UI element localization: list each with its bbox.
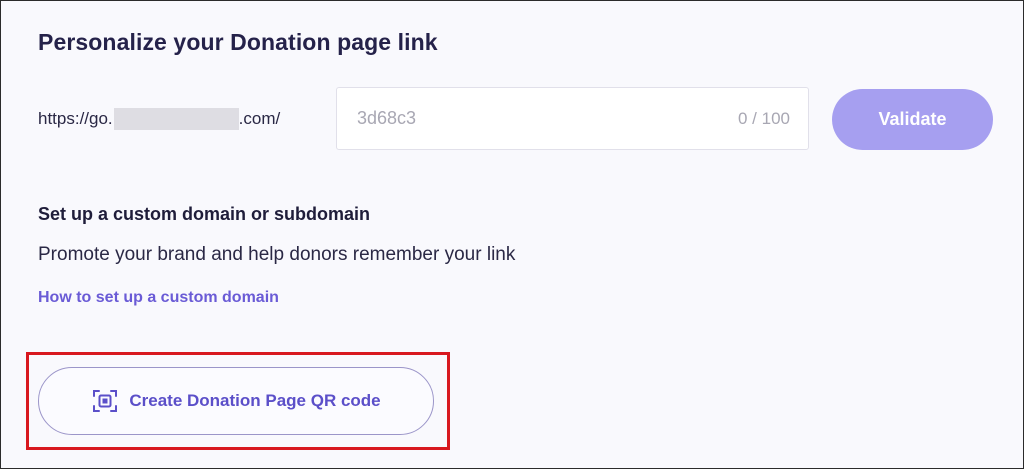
donation-link-panel: Personalize your Donation page link http… bbox=[0, 0, 1024, 469]
qr-button-label: Create Donation Page QR code bbox=[129, 391, 381, 410]
custom-domain-help-link[interactable]: How to set up a custom domain bbox=[38, 289, 279, 307]
slug-input[interactable] bbox=[337, 88, 717, 149]
custom-domain-heading: Set up a custom domain or subdomain bbox=[38, 204, 371, 224]
create-qr-code-button[interactable]: Create Donation Page QR code bbox=[38, 367, 434, 435]
redacted-domain bbox=[113, 108, 239, 130]
qr-scan-icon bbox=[91, 387, 119, 415]
page-title: Personalize your Donation page link bbox=[38, 29, 438, 55]
validate-button[interactable]: Validate bbox=[832, 89, 993, 150]
slug-input-container: 0 / 100 bbox=[336, 87, 809, 150]
url-prefix-start: https://go. bbox=[38, 109, 113, 128]
custom-domain-description: Promote your brand and help donors remem… bbox=[38, 244, 516, 265]
url-prefix-end: .com/ bbox=[238, 109, 281, 128]
url-prefix: https://go. .com/ bbox=[38, 108, 280, 130]
char-counter: 0 / 100 bbox=[738, 108, 790, 128]
